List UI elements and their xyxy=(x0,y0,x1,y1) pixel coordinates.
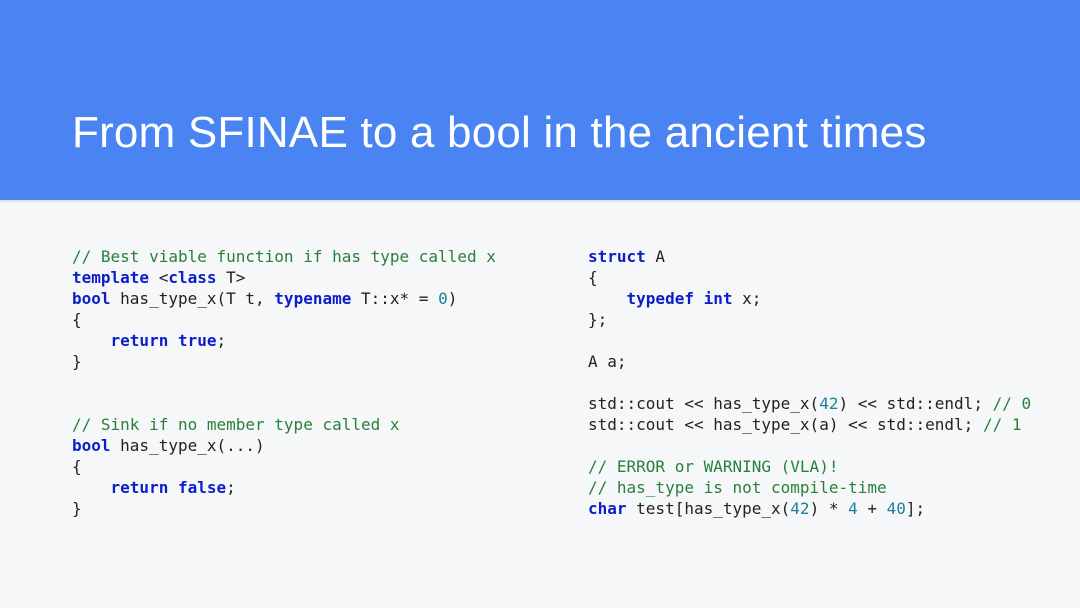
code-text: std::cout << has_type_x(a) << std::endl; xyxy=(588,415,983,434)
code-column-left: // Best viable function if has type call… xyxy=(72,246,532,519)
code-text: } xyxy=(72,352,82,371)
code-indent xyxy=(72,478,111,497)
code-comment: // 0 xyxy=(993,394,1032,413)
code-text: ; xyxy=(226,478,236,497)
code-indent xyxy=(588,289,627,308)
slide-header: From SFINAE to a bool in the ancient tim… xyxy=(0,0,1080,200)
slide-body: // Best viable function if has type call… xyxy=(0,200,1080,519)
code-text: }; xyxy=(588,310,607,329)
code-keyword: template xyxy=(72,268,159,287)
code-number: 0 xyxy=(438,289,448,308)
code-keyword: return true xyxy=(111,331,217,350)
code-text: T::x* = xyxy=(351,289,438,308)
code-keyword: bool xyxy=(72,289,111,308)
code-keyword: class xyxy=(168,268,216,287)
code-number: 42 xyxy=(790,499,809,518)
code-text: { xyxy=(72,310,82,329)
code-text: } xyxy=(72,499,82,518)
code-comment: // Best viable function if has type call… xyxy=(72,247,496,266)
code-comment: // ERROR or WARNING (VLA)! xyxy=(588,457,838,476)
code-number: 42 xyxy=(819,394,838,413)
code-keyword: typedef int xyxy=(627,289,733,308)
code-text: { xyxy=(588,268,598,287)
code-text: { xyxy=(72,457,82,476)
code-keyword: bool xyxy=(72,436,111,455)
code-text: ; xyxy=(217,331,227,350)
code-text: test[has_type_x( xyxy=(627,499,791,518)
code-number: 40 xyxy=(887,499,906,518)
code-text: has_type_x(T t, xyxy=(111,289,275,308)
code-text: < xyxy=(159,268,169,287)
code-text: ]; xyxy=(906,499,925,518)
code-keyword: typename xyxy=(274,289,351,308)
code-column-right: struct A { typedef int x; }; A a; std::c… xyxy=(588,246,1032,519)
code-number: 4 xyxy=(848,499,858,518)
code-text: A xyxy=(646,247,665,266)
code-indent xyxy=(72,331,111,350)
code-text: ) << std::endl; xyxy=(838,394,992,413)
code-text: A a; xyxy=(588,352,627,371)
code-text: x; xyxy=(733,289,762,308)
code-comment: // has_type is not compile-time xyxy=(588,478,887,497)
code-keyword: char xyxy=(588,499,627,518)
code-text: + xyxy=(858,499,887,518)
code-text: has_type_x(...) xyxy=(111,436,265,455)
code-keyword: struct xyxy=(588,247,646,266)
code-text: std::cout << has_type_x( xyxy=(588,394,819,413)
code-comment: // Sink if no member type called x xyxy=(72,415,400,434)
code-text: ) * xyxy=(810,499,849,518)
slide-title: From SFINAE to a bool in the ancient tim… xyxy=(72,108,927,158)
code-text: ) xyxy=(448,289,458,308)
code-text: T> xyxy=(217,268,246,287)
code-comment: // 1 xyxy=(983,415,1022,434)
code-keyword: return false xyxy=(111,478,227,497)
